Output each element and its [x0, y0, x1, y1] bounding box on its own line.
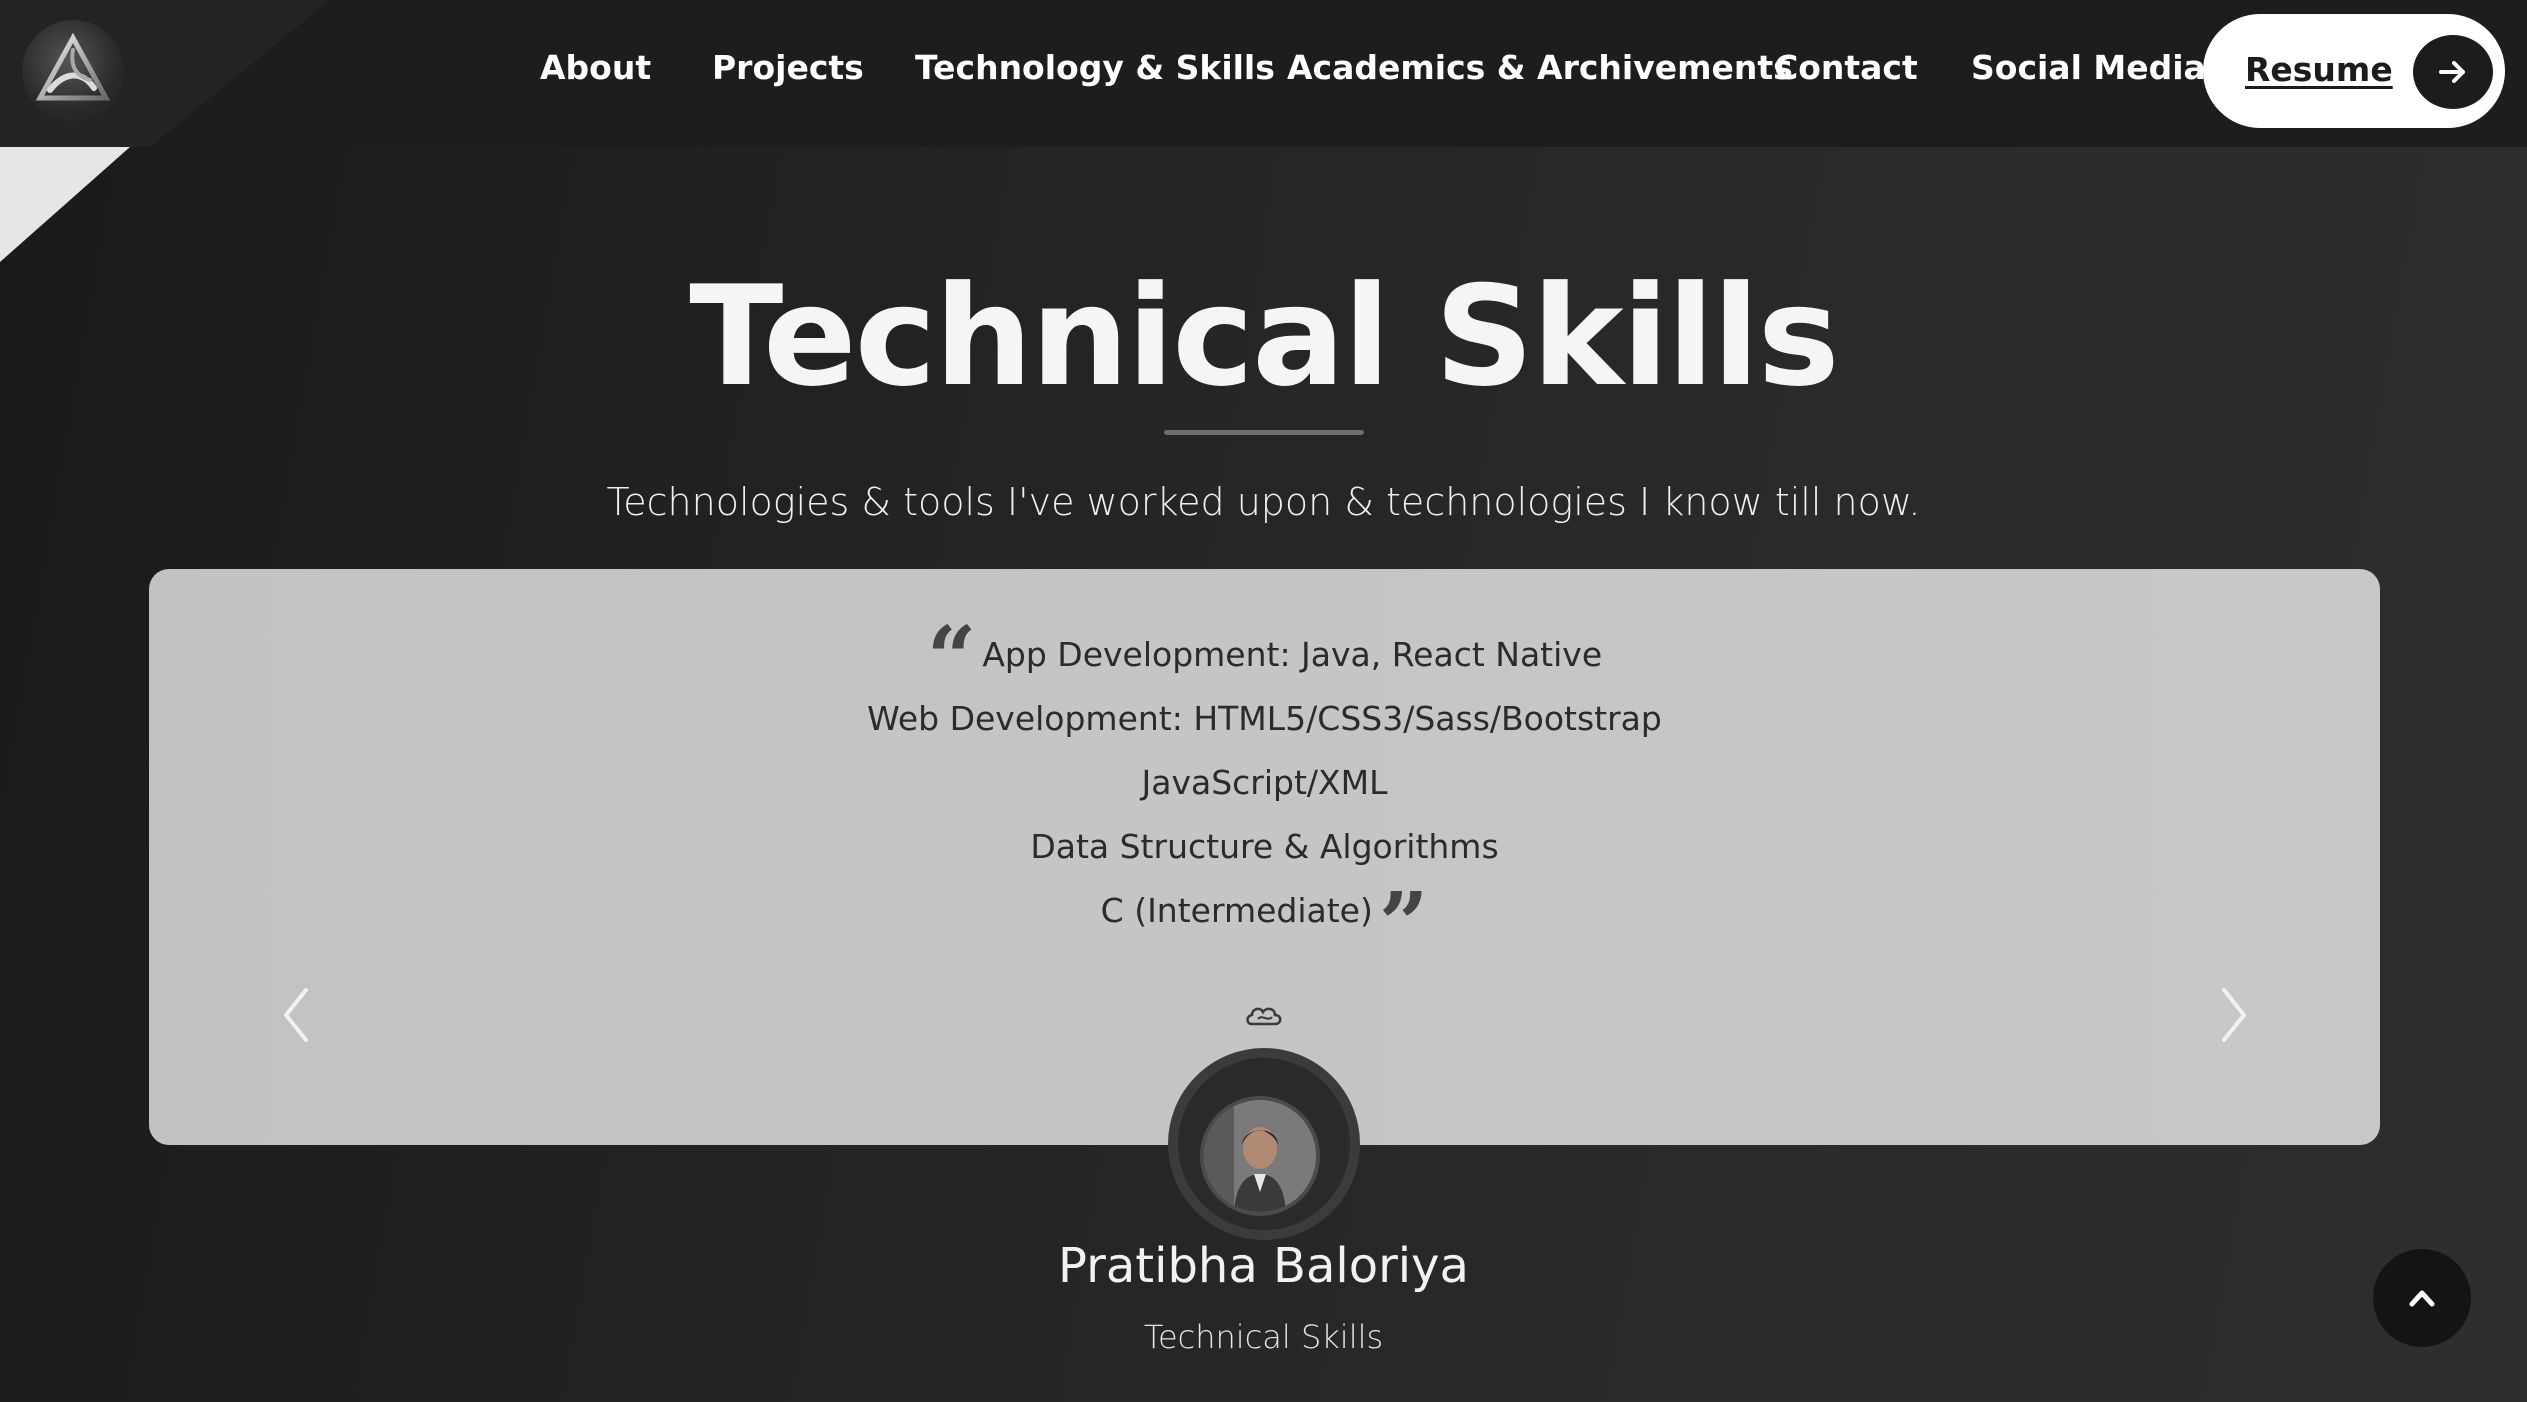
corner-decoration [0, 147, 130, 262]
section-title: Technical Skills [689, 256, 1839, 417]
person-role: Technical Skills [1143, 1318, 1384, 1356]
person-portrait-icon [1204, 1100, 1316, 1212]
scroll-to-top-button[interactable] [2373, 1249, 2471, 1347]
nav-contact[interactable]: Contact [1774, 48, 1918, 87]
cloud-icon [1244, 1002, 1284, 1030]
arrow-right-icon [2413, 35, 2493, 109]
avatar [1200, 1096, 1320, 1216]
resume-label: Resume [2245, 50, 2393, 89]
chevron-up-icon [2409, 1290, 2435, 1307]
resume-button[interactable]: Resume [2203, 14, 2505, 128]
skill-line: Data Structure & Algorithms [1030, 827, 1499, 866]
navbar: About Projects Technology & Skills Acade… [0, 0, 2527, 147]
skill-line: C (Intermediate)” [149, 882, 2380, 968]
carousel-prev-button[interactable] [266, 980, 326, 1050]
carousel-next-button[interactable] [2204, 980, 2264, 1050]
skill-line-text: App Development: Java, React Native [982, 635, 1603, 674]
skill-line-text: C (Intermediate) [1100, 891, 1373, 930]
title-underline [1164, 430, 1364, 435]
quote-close-icon: ” [1378, 874, 1429, 975]
nav-academics[interactable]: Academics & Archivements [1287, 48, 1793, 87]
quote-open-icon: “ [926, 608, 977, 709]
skill-line: “App Development: Java, React Native [149, 616, 2380, 702]
skill-line: JavaScript/XML [1141, 763, 1388, 802]
chevron-left-icon [284, 988, 308, 1042]
section-subtitle: Technologies & tools I've worked upon & … [606, 480, 1921, 524]
nav-social-media[interactable]: Social Media [1971, 48, 2206, 87]
skill-line: Web Development: HTML5/CSS3/Sass/Bootstr… [867, 699, 1662, 738]
nav-links: About Projects Technology & Skills Acade… [0, 0, 2527, 142]
nav-about[interactable]: About [540, 48, 651, 87]
chevron-right-icon [2222, 988, 2246, 1042]
nav-projects[interactable]: Projects [712, 48, 864, 87]
nav-technology-skills[interactable]: Technology & Skills [915, 48, 1275, 87]
person-name: Pratibha Baloriya [1058, 1238, 1469, 1294]
